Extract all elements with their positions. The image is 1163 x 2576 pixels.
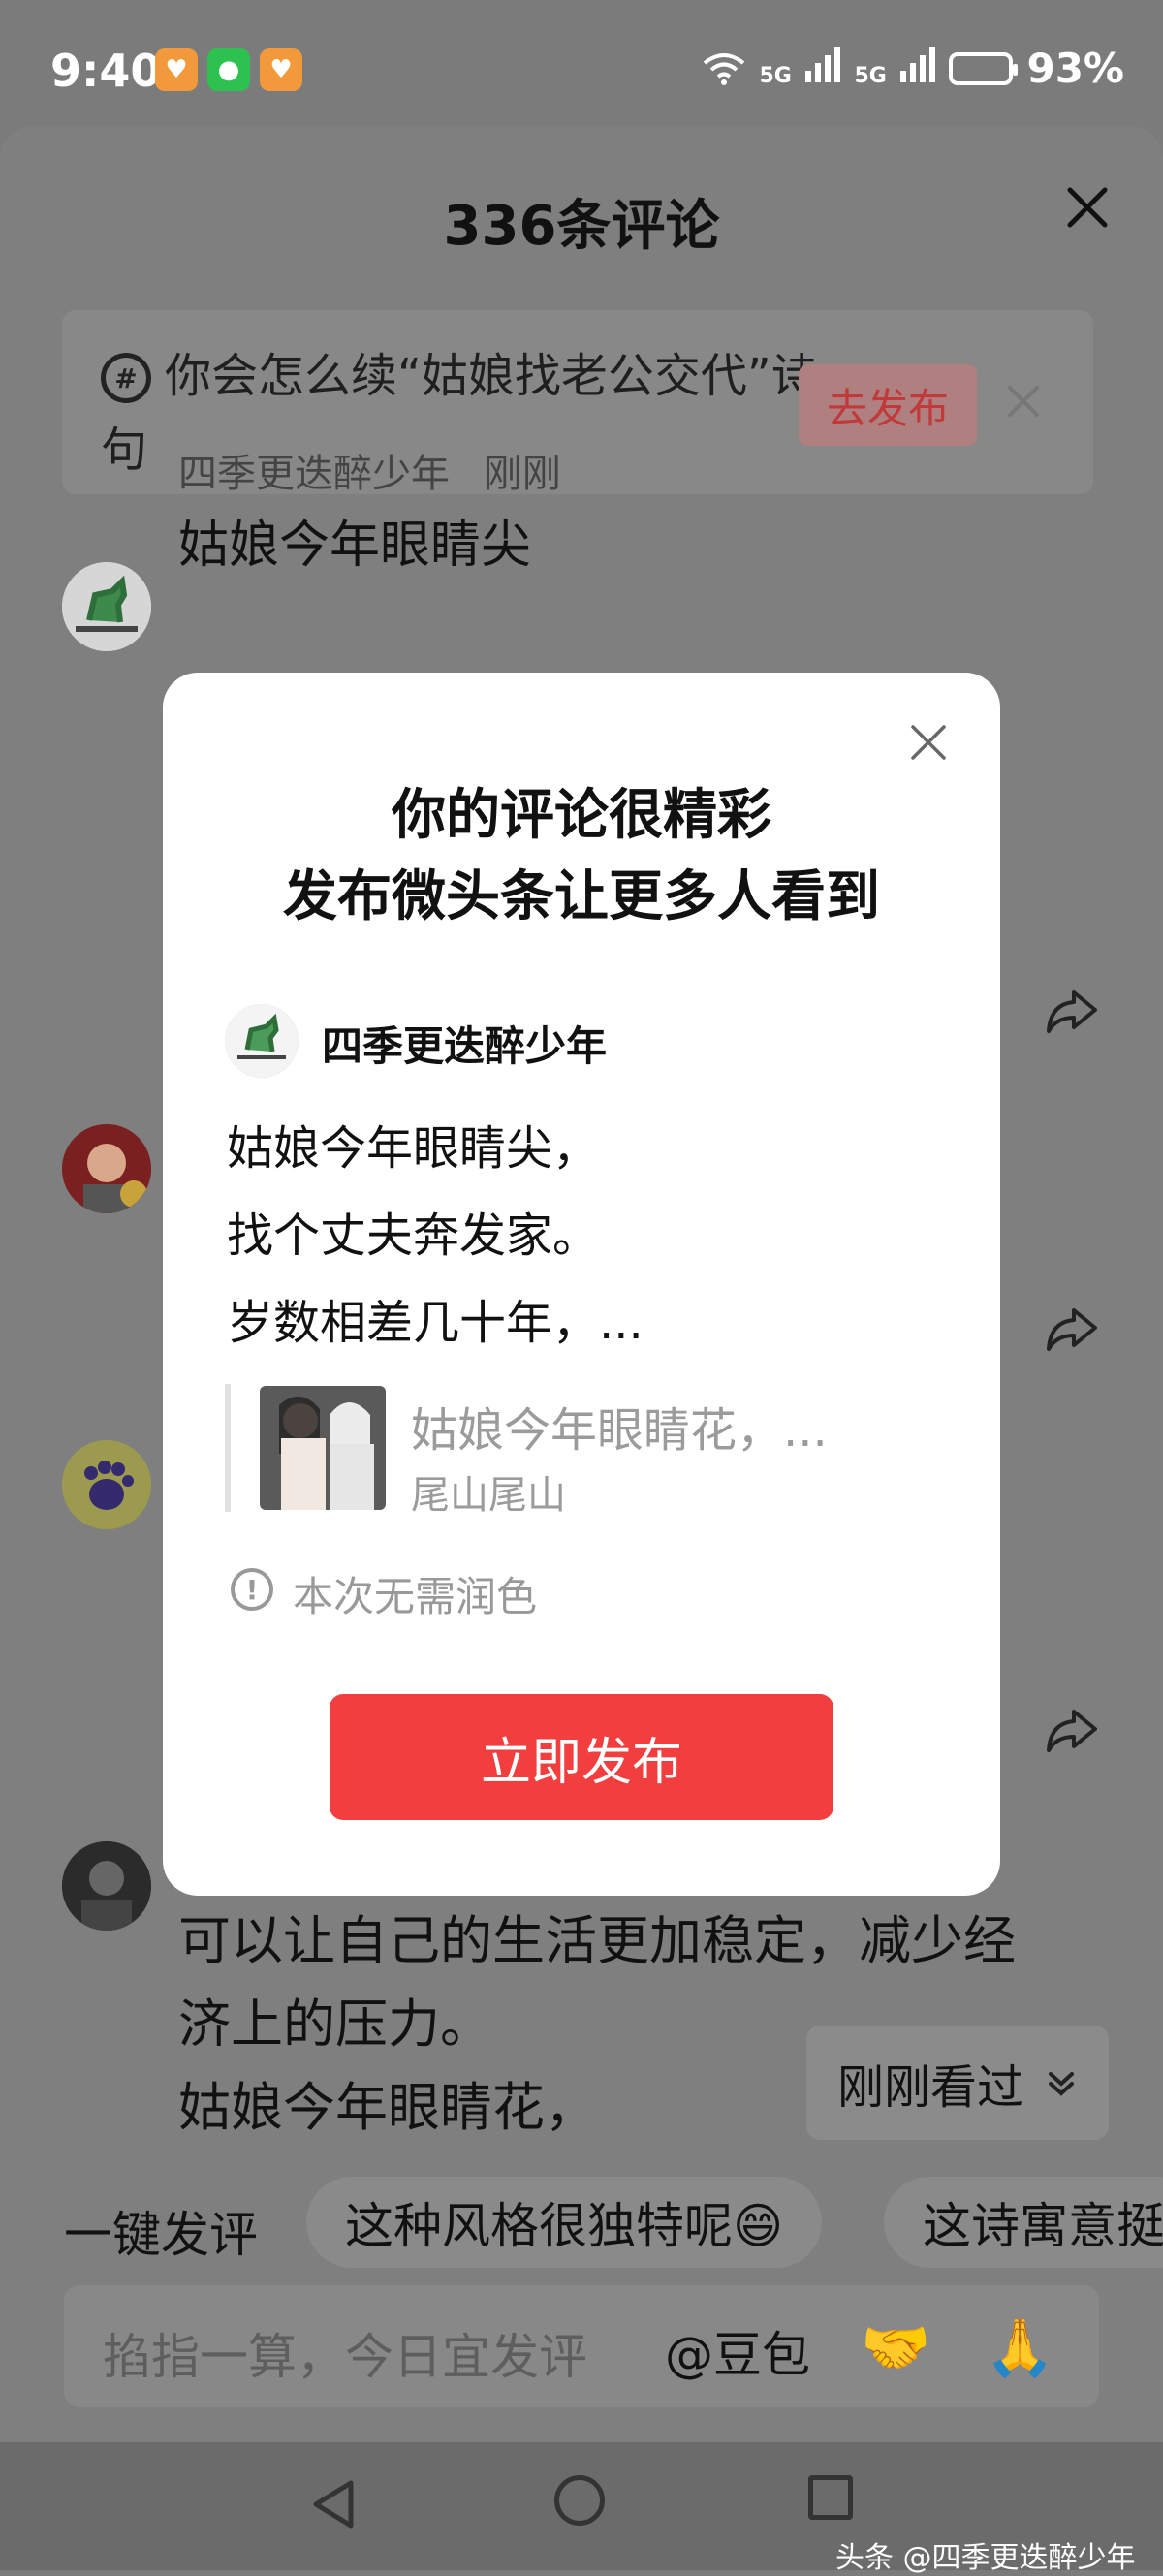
- handshake-emoji-icon[interactable]: 🤝: [861, 2314, 930, 2381]
- comment-meta: 四季更迭醉少年 刚刚: [178, 442, 561, 498]
- comment-author[interactable]: 四季更迭醉少年: [178, 452, 450, 496]
- go-publish-button[interactable]: 去发布: [799, 364, 977, 446]
- quick-reply-chip[interactable]: 这诗寓意挺: [884, 2177, 1163, 2268]
- recently-viewed-button[interactable]: 刚刚看过: [806, 2026, 1109, 2140]
- recently-viewed-label: 刚刚看过: [836, 2060, 1023, 2115]
- wifi-icon: [704, 52, 745, 85]
- share-icon[interactable]: [1045, 987, 1099, 1035]
- status-right: 5G 5G 93%: [703, 45, 1124, 92]
- avatar[interactable]: [62, 1841, 151, 1931]
- notification-icons: ♥ ● ♥: [155, 48, 302, 91]
- dialog-title-line1: 你的评论很精彩: [392, 784, 771, 847]
- status-time: 9:40: [50, 45, 162, 97]
- quick-reply-chip[interactable]: 这种风格很独特呢😄: [306, 2177, 823, 2268]
- close-icon[interactable]: [907, 721, 950, 764]
- mention-doubao-button[interactable]: @豆包: [665, 2316, 810, 2386]
- status-bar: 9:40 ♥ ● ♥ 5G 5G 93%: [0, 0, 1163, 126]
- polish-notice: 本次无需润色: [293, 1573, 538, 1620]
- network-type-1: 5G: [759, 64, 792, 88]
- signal-bars-1-icon: [805, 47, 841, 82]
- chevron-down-icon: [1049, 2072, 1074, 2096]
- signal-bars-2-icon: [900, 47, 936, 82]
- comment-input-placeholder: 掐指一算，今日宜发评: [103, 2329, 587, 2385]
- share-icon[interactable]: [1045, 1706, 1099, 1754]
- publish-dialog: 你的评论很精彩 发布微头条让更多人看到 四季更迭醉少年 姑娘今年眼睛尖， 找个丈…: [163, 673, 1000, 1896]
- heart-app-icon-2: ♥: [260, 48, 302, 91]
- quick-reply-row: 一键发评 这种风格很独特呢😄 这诗寓意挺: [0, 2171, 1163, 2268]
- dialog-comment-lines: 姑娘今年眼睛尖， 找个丈夫奔发家。 岁数相差几十年，...: [227, 1105, 644, 1367]
- comment-count-title: 336条评论: [443, 195, 720, 258]
- dialog-title-line2: 发布微头条让更多人看到: [283, 865, 880, 928]
- comment-line: 可以让自己的生活更加稳定，减少经: [178, 1910, 1016, 1971]
- quoted-post-text: 姑娘今年眼睛花，...: [411, 1403, 828, 1458]
- signal-1: 5G: [759, 45, 841, 92]
- topic-close-icon[interactable]: [1002, 380, 1045, 423]
- avatar[interactable]: [62, 1440, 151, 1529]
- dialog-author: 四季更迭醉少年: [322, 1022, 608, 1070]
- recents-icon[interactable]: [808, 2475, 853, 2520]
- home-icon[interactable]: [554, 2475, 605, 2526]
- close-icon[interactable]: [1058, 178, 1116, 236]
- watermark: 头条 @四季更迭醉少年: [835, 2541, 1136, 2575]
- avatar[interactable]: [62, 562, 151, 651]
- dialog-line: 姑娘今年眼睛尖，: [227, 1121, 600, 1176]
- wechat-icon: ●: [207, 48, 250, 91]
- publish-now-button[interactable]: 立即发布: [330, 1694, 833, 1820]
- battery-icon: [949, 51, 1019, 85]
- pray-emoji-icon[interactable]: 🙏: [985, 2314, 1054, 2381]
- info-icon: !: [231, 1568, 273, 1611]
- comment-text: 姑娘今年眼睛尖: [178, 517, 532, 575]
- share-icon[interactable]: [1045, 1304, 1099, 1353]
- quoted-post-author: 尾山尾山: [411, 1473, 566, 1518]
- quoted-post-thumbnail: [260, 1386, 386, 1510]
- back-icon[interactable]: [308, 2477, 359, 2531]
- network-type-2: 5G: [854, 64, 887, 88]
- signal-2: 5G: [854, 45, 936, 92]
- quick-reply-label: 一键发评: [64, 2207, 258, 2263]
- dialog-line: 岁数相差几十年，...: [227, 1296, 644, 1350]
- heart-app-icon: ♥: [155, 48, 198, 91]
- dialog-title: 你的评论很精彩 发布微头条让更多人看到: [163, 775, 1000, 938]
- avatar[interactable]: [62, 1124, 151, 1213]
- battery-percent: 93%: [1026, 45, 1124, 92]
- dialog-line: 找个丈夫奔发家。: [227, 1209, 600, 1263]
- comment-time: 刚刚: [483, 452, 561, 496]
- comment-input[interactable]: 掐指一算，今日宜发评 @豆包 🤝 🙏: [64, 2285, 1099, 2407]
- avatar: [225, 1004, 299, 1078]
- quoted-post[interactable]: 姑娘今年眼睛花，... 尾山尾山: [225, 1384, 909, 1518]
